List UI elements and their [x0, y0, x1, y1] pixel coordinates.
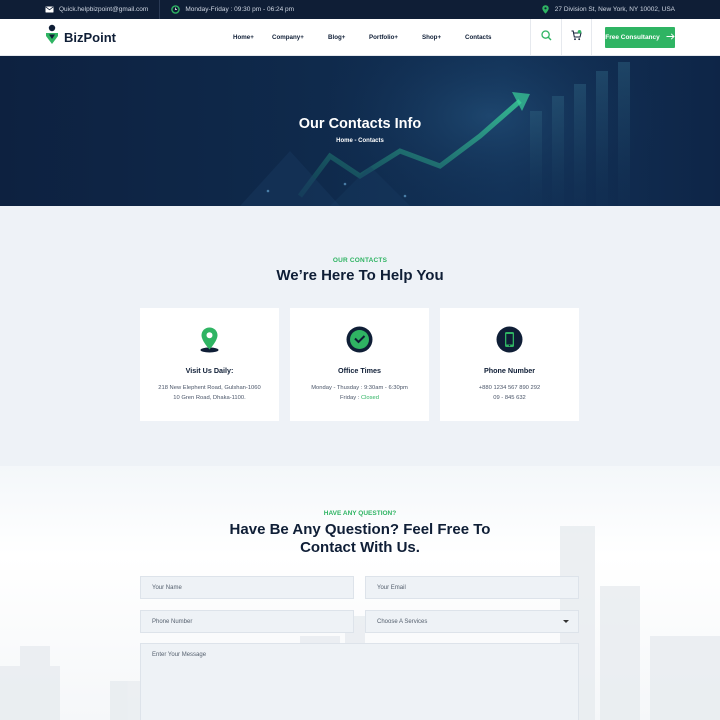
card-line: Friday : Closed: [290, 394, 429, 404]
map-pin-icon: [196, 326, 223, 353]
form-title-line: Contact With Us.: [300, 539, 420, 556]
main-nav: Home+ Company+ Blog+ Portfolio+ Shop+ Co…: [233, 34, 505, 41]
contact-card-phone: Phone Number +880 1234 567 890 292 09 - …: [440, 308, 579, 421]
card-line: 10 Gren Road, Dhaka-1100.: [173, 394, 246, 401]
card-line: +880 1234 567 890 292: [478, 385, 541, 391]
logo-text: BizPoint: [64, 29, 116, 45]
status-closed: Closed: [360, 394, 379, 401]
topbar-email[interactable]: Quick.helpbizpoint@gmail.com: [45, 5, 148, 14]
topbar-divider: [159, 0, 161, 19]
form-title: Have Be Any Question? Feel Free To Conta…: [0, 521, 720, 557]
nav-company[interactable]: Company+: [272, 34, 328, 41]
logo[interactable]: BizPoint: [45, 24, 116, 50]
topbar-hours-text: Monday-Friday : 09:30 pm - 06:24 pm: [185, 6, 295, 13]
nav-home[interactable]: Home+: [233, 34, 272, 41]
email-field[interactable]: Your Email: [365, 576, 579, 599]
card-title: Office Times: [337, 366, 381, 375]
name-placeholder: Your Name: [152, 584, 182, 591]
card-title: Visit Us Daily:: [185, 366, 234, 375]
topbar-email-text: Quick.helpbizpoint@gmail.com: [59, 6, 149, 13]
cart-button[interactable]: [561, 18, 592, 56]
card-line: Monday - Thusday : 9:30am - 6:30pm: [311, 385, 408, 391]
free-consultancy-button[interactable]: Free Consultancy: [605, 26, 675, 48]
form-title-line: Have Be Any Question? Feel Free To: [229, 521, 491, 538]
chevron-down-icon: [563, 619, 569, 623]
phone-icon: [496, 326, 523, 353]
message-placeholder: Enter Your Message: [152, 652, 207, 658]
mail-icon: [45, 5, 54, 14]
card-line: 218 New Elephent Road, Gulshan-1060: [158, 385, 261, 391]
service-select[interactable]: Choose A Services: [365, 610, 579, 633]
location-pin-icon: [541, 5, 550, 14]
name-field[interactable]: Your Name: [140, 576, 354, 599]
nav-shop[interactable]: Shop+: [422, 34, 465, 41]
email-placeholder: Your Email: [377, 584, 406, 591]
search-button[interactable]: [530, 18, 561, 56]
clock-icon: [171, 5, 181, 14]
contact-card-visit: Visit Us Daily: 218 New Elephent Road, G…: [140, 308, 279, 421]
form-eyebrow: HAVE ANY QUESTION?: [323, 510, 397, 517]
page-hero: Our Contacts Info Home - Contacts: [0, 56, 720, 206]
header-icons: [530, 18, 592, 56]
main-header: BizPoint Home+ Company+ Blog+ Portfolio+…: [0, 18, 720, 56]
topbar-hours: Monday-Friday : 09:30 pm - 06:24 pm: [171, 5, 294, 14]
breadcrumb: Home - Contacts: [336, 138, 384, 144]
contacts-section: OUR CONTACTS We’re Here To Help You Visi…: [0, 206, 720, 466]
message-field[interactable]: Enter Your Message: [140, 643, 579, 720]
page-title: Our Contacts Info: [298, 116, 422, 132]
arrow-right-icon: [666, 32, 675, 42]
nav-contacts[interactable]: Contacts: [465, 34, 505, 41]
contact-cards: Visit Us Daily: 218 New Elephent Road, G…: [140, 308, 579, 421]
cta-label: Free Consultancy: [605, 33, 660, 41]
cart-icon: [571, 28, 582, 46]
topbar-address: 27 Division St, New York, NY 10002, USA: [541, 5, 675, 14]
phone-placeholder: Phone Number: [152, 618, 193, 625]
service-selected: Choose A Services: [377, 618, 428, 625]
topbar-address-text: 27 Division St, New York, NY 10002, USA: [554, 6, 675, 13]
phone-field[interactable]: Phone Number: [140, 610, 354, 633]
top-bar: Quick.helpbizpoint@gmail.com Monday-Frid…: [0, 0, 720, 19]
nav-blog[interactable]: Blog+: [328, 34, 369, 41]
search-icon: [540, 28, 552, 46]
card-line: 09 - 845 632: [493, 394, 526, 401]
clock-icon: [346, 326, 373, 353]
contacts-eyebrow: OUR CONTACTS: [332, 257, 388, 264]
contacts-title: We’re Here To Help You: [276, 267, 444, 284]
logo-icon: [45, 24, 59, 50]
card-title: Phone Number: [483, 366, 536, 375]
status-prefix: Friday :: [340, 394, 361, 401]
nav-portfolio[interactable]: Portfolio+: [369, 34, 422, 41]
contact-form-section: HAVE ANY QUESTION? Have Be Any Question?…: [0, 466, 720, 720]
contact-card-office-times: Office Times Monday - Thusday : 9:30am -…: [290, 308, 429, 421]
